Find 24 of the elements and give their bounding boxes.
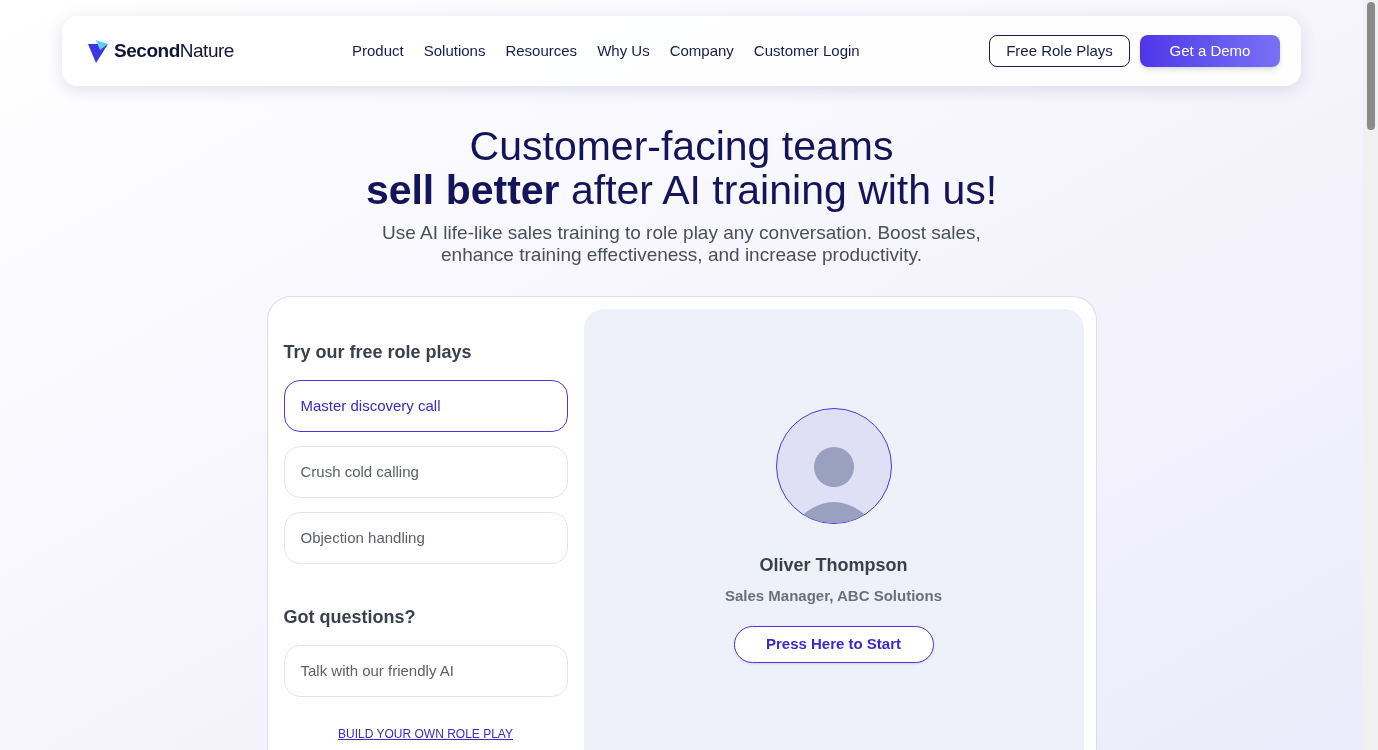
nav-link[interactable]: Solutions [423,39,486,63]
nav-link[interactable]: Company [669,39,734,63]
hero-subtitle: Use AI life-like sales training to role play any conversation. Boost sales, enhance training effectiveness, and increase productivity. [381,222,982,266]
nav-link[interactable]: Why Us [597,39,650,63]
nav-link[interactable]: Product [352,39,404,63]
section-heading: Try our free role plays [283,341,473,364]
scrollbar[interactable] [1363,0,1378,750]
role-play-option[interactable]: Master discovery call [283,380,568,432]
logo-wordmark[interactable]: SecondNature [114,36,234,66]
header-button[interactable]: Get a Demo [1140,35,1280,67]
logo-icon [86,38,110,64]
role-play-option[interactable]: Crush cold calling [283,446,568,498]
hero-title: sell better after AI training with us! [365,168,998,212]
section-heading: Got questions? [283,606,417,629]
role-play-option[interactable]: Objection handling [283,512,568,564]
build-role-play-link[interactable]: BUILD YOUR OWN ROLE PLAY [283,725,568,743]
start-button[interactable]: Press Here to Start [733,625,934,663]
header-button[interactable]: Free Role Plays [989,35,1130,67]
hero-title: Customer-facing teams [468,124,895,168]
role-play-option[interactable]: Talk with our friendly AI [283,645,568,697]
nav-link[interactable]: Resources [505,39,578,63]
persona-name: Oliver Thompson [759,554,908,577]
nav-link[interactable]: Customer Login [753,39,860,63]
persona-role: Sales Manager, ABC Solutions [725,586,942,606]
